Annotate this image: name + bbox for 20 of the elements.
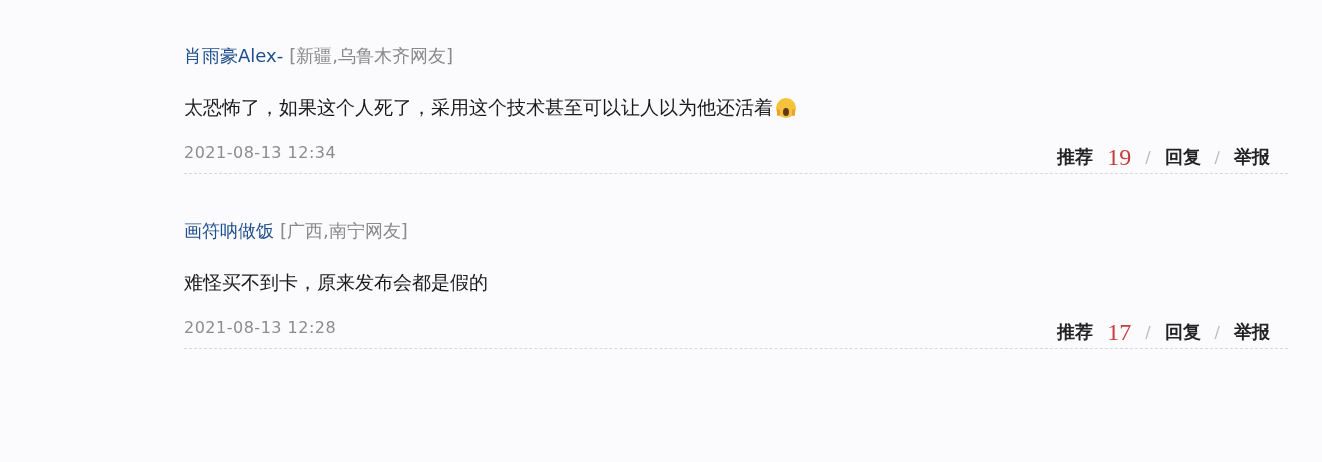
recommend-count: 19: [1107, 143, 1132, 171]
recommend-link[interactable]: 推荐: [1057, 145, 1094, 169]
comment-time: 2021-08-13 12:28: [184, 317, 337, 337]
author-name[interactable]: 画符呐做饭: [184, 219, 274, 243]
comment-time: 2021-08-13 12:34: [184, 142, 337, 162]
action-link[interactable]: 举报: [1234, 145, 1270, 169]
action-link[interactable]: 回复: [1164, 320, 1201, 344]
comment-text: 太恐怖了，如果这个人死了，采用这个技术甚至可以让人以为他还活着: [184, 95, 773, 120]
recommend-link[interactable]: 推荐: [1057, 320, 1094, 344]
action-link[interactable]: 回复: [1164, 145, 1201, 169]
action-link[interactable]: 举报: [1234, 320, 1270, 344]
separator: /: [1214, 322, 1220, 342]
separator: /: [1214, 147, 1220, 167]
author-location: [新疆,乌鲁木齐网友]: [289, 44, 453, 68]
comment-text: 难怪买不到卡，原来发布会都是假的: [184, 270, 488, 295]
recommend-count: 17: [1107, 318, 1132, 346]
separator: /: [1145, 322, 1151, 342]
separator: /: [1145, 147, 1151, 167]
author-name[interactable]: 肖雨豪Alex-: [184, 44, 284, 68]
author-location: [广西,南宁网友]: [280, 219, 408, 243]
